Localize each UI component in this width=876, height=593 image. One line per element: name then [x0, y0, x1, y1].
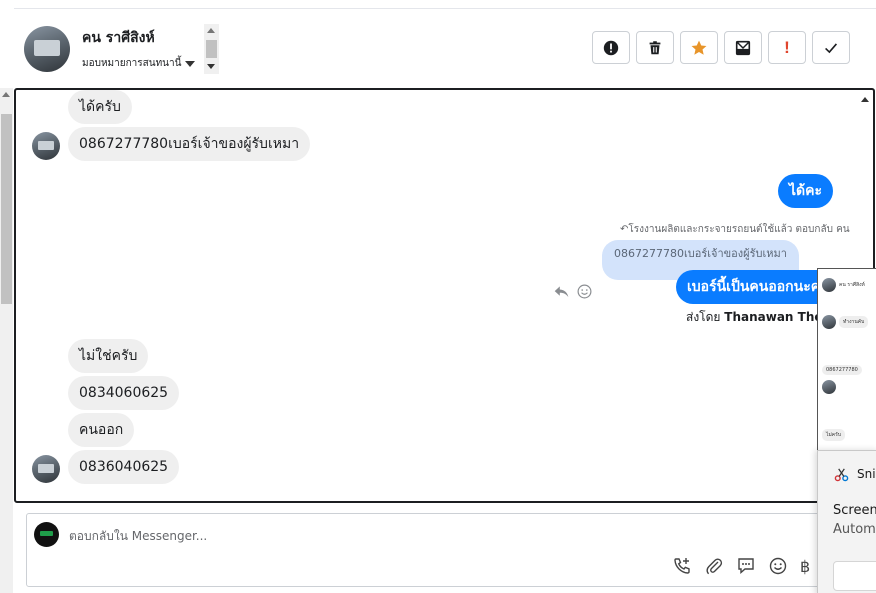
caret-down-icon	[185, 60, 196, 67]
preview-avatar	[822, 315, 836, 329]
preview-row	[822, 380, 836, 394]
scroll-up-arrow-icon[interactable]	[861, 97, 869, 102]
sent-by-prefix: ส่งโดย	[686, 310, 721, 324]
exclamation-icon: !	[784, 37, 790, 57]
notification-title: Screens	[833, 503, 876, 518]
outgoing-message[interactable]: ได้คะ	[778, 174, 834, 208]
reply-context-text: โรงงานผลิตและกระจายรถยนต์ใช้แล้ว ตอบกลับ…	[628, 224, 850, 235]
composer-toolbar: ฿	[672, 556, 810, 576]
incoming-message[interactable]: 0834060625	[68, 376, 180, 410]
scrollbar-thumb[interactable]	[206, 40, 217, 58]
notification-subtitle: Autom	[833, 522, 876, 537]
reply-input[interactable]	[69, 527, 769, 545]
reply-context-note: ↶โรงงานผลิตและกระจายรถยนต์ใช้แล้ว ตอบกลั…	[620, 224, 850, 235]
scissors-icon	[834, 468, 849, 482]
mark-important-button[interactable]: !	[768, 31, 806, 64]
delete-button[interactable]	[636, 31, 674, 64]
preview-row: 0867277780	[822, 365, 862, 375]
incoming-message[interactable]: ไม่ใช่ครับ	[68, 339, 149, 373]
emoji-icon[interactable]	[768, 556, 788, 576]
contact-name[interactable]: คน ราศีสิงห์	[82, 27, 155, 49]
assign-label: มอบหมายการสนทนานี้	[82, 58, 182, 69]
contact-avatar[interactable]	[32, 455, 60, 483]
incoming-message[interactable]: 0867277780เบอร์เจ้าของผู้รับเหมา	[68, 127, 311, 161]
preview-avatar	[822, 278, 836, 292]
scroll-down-arrow-icon[interactable]	[207, 64, 215, 69]
attachment-icon[interactable]	[704, 556, 724, 576]
preview-row: คน ราศีสิงห์	[822, 278, 865, 292]
scrollbar-thumb[interactable]	[1, 114, 12, 304]
mark-done-button[interactable]	[812, 31, 850, 64]
star-icon	[691, 40, 707, 55]
scroll-up-arrow-icon[interactable]	[207, 28, 215, 33]
assign-scrollbar[interactable]	[204, 24, 219, 74]
mark-spam-button[interactable]	[592, 31, 630, 64]
saved-replies-icon[interactable]	[736, 556, 756, 576]
screenshot-thumbnail-preview[interactable]: คน ราศีสิงห์ ทำงานคับ 0867277780 ไม่ครับ	[817, 268, 876, 456]
notification-app-name: Snip	[857, 467, 876, 481]
snip-notification[interactable]: Snip Screens Autom	[817, 450, 876, 593]
checkmark-icon	[825, 42, 838, 53]
incoming-message[interactable]: คนออก	[68, 413, 135, 447]
top-divider	[14, 8, 876, 9]
star-button[interactable]	[680, 31, 718, 64]
page-avatar	[34, 522, 59, 547]
reply-composer: ฿	[26, 513, 876, 587]
sent-by-agent-name: Thanawan Thon	[724, 310, 832, 324]
outgoing-message[interactable]: เบอร์นี้เป็นคนออกนะคะ	[676, 270, 839, 304]
preview-avatar	[822, 380, 836, 394]
message-hover-tools	[553, 283, 593, 300]
preview-row: ไม่ครับ	[822, 429, 846, 441]
move-to-done-button[interactable]	[724, 31, 762, 64]
contact-avatar[interactable]	[32, 132, 60, 160]
inbox-conversation-page: คน ราศีสิงห์ มอบหมายการสนทนานี้ ! ได้ครั…	[0, 0, 876, 593]
incoming-message[interactable]: ได้ครับ	[68, 90, 132, 124]
assign-conversation-dropdown[interactable]: มอบหมายการสนทนานี้	[82, 56, 196, 71]
message-thread[interactable]: ได้ครับ 0867277780เบอร์เจ้าของผู้รับเหมา…	[14, 88, 875, 503]
conversation-actions: !	[592, 31, 850, 64]
notification-action-button[interactable]	[833, 561, 876, 591]
reply-icon[interactable]	[553, 283, 570, 300]
contact-avatar[interactable]	[24, 26, 70, 72]
scroll-up-arrow-icon[interactable]	[2, 92, 10, 97]
conversation-header: คน ราศีสิงห์ มอบหมายการสนทนานี้ !	[14, 10, 876, 88]
emoji-react-icon[interactable]	[576, 283, 593, 300]
preview-row: ทำงานคับ	[822, 315, 869, 329]
trash-icon	[649, 40, 661, 54]
page-scrollbar[interactable]	[0, 88, 13, 593]
sent-by-label: ส่งโดย Thanawan Thon	[686, 308, 831, 327]
payment-icon[interactable]: ฿	[800, 557, 810, 576]
mail-archive-icon	[735, 40, 751, 55]
call-add-icon[interactable]	[672, 556, 692, 576]
alert-circle-icon	[603, 40, 619, 55]
incoming-message[interactable]: 0836040625	[68, 450, 180, 484]
